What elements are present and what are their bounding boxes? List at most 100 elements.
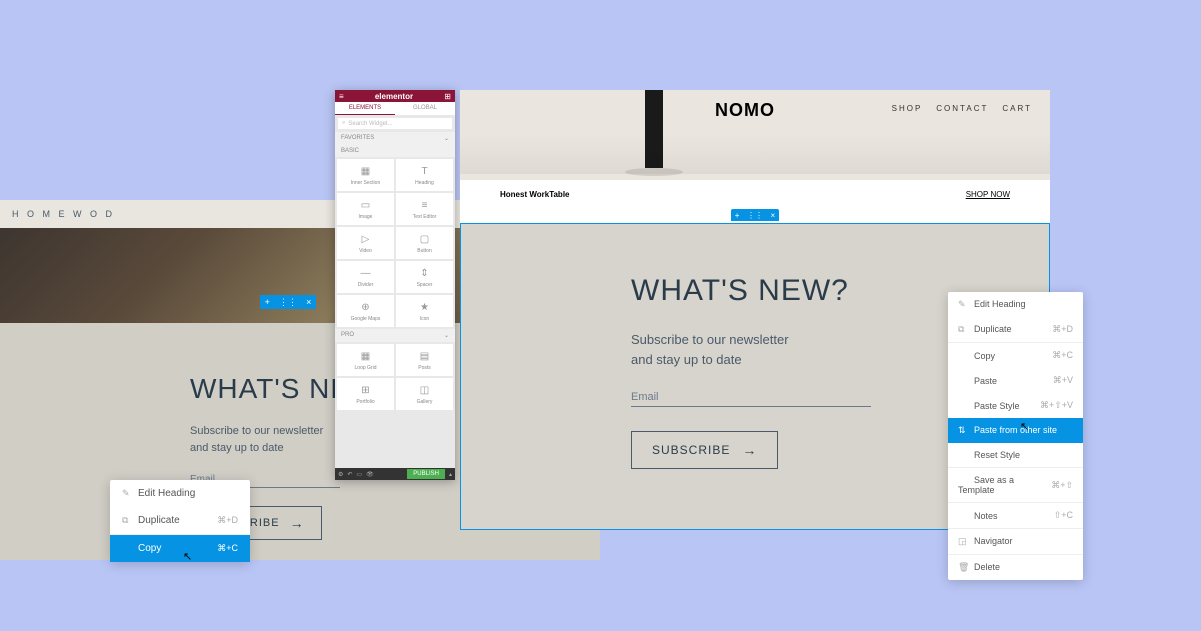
publish-button[interactable]: PUBLISH	[407, 469, 445, 479]
widget-loop-grid[interactable]: ▦Loop Grid	[337, 344, 394, 376]
homewood-logo: H O M E W O D	[12, 209, 115, 219]
widget-heading[interactable]: THeading	[396, 159, 453, 191]
ctx-label: Duplicate	[138, 515, 180, 526]
widget-text-editor[interactable]: ≡Text Editor	[396, 193, 453, 225]
menu-icon[interactable]: ≡	[339, 92, 344, 101]
widget-gallery[interactable]: ◫Gallery	[396, 378, 453, 410]
widget-image[interactable]: ▭ Image	[337, 193, 394, 225]
nav-shop[interactable]: SHOP	[892, 104, 923, 113]
ctx-shortcut: ⇧+C	[1054, 510, 1073, 521]
duplicate-icon: ⧉	[122, 515, 132, 526]
ctx-label: Paste Style	[974, 401, 1020, 411]
widget-label: Icon	[420, 316, 429, 322]
preview-icon[interactable]: 👁	[366, 471, 374, 478]
section-handle[interactable]: + ⋮⋮ ×	[731, 209, 779, 221]
responsive-icon[interactable]: ▭	[356, 471, 362, 478]
plus-icon[interactable]: +	[265, 297, 270, 307]
navigator-icon: ◲	[958, 536, 968, 547]
nomo-subscribe-button[interactable]: SUBSCRIBE →	[631, 431, 778, 469]
nav-contact[interactable]: CONTACT	[936, 104, 988, 113]
trash-icon: 🗑	[958, 562, 968, 573]
context-menu-right[interactable]: ✎Edit Heading ⧉Duplicate ⌘+D Copy ⌘+C Pa…	[948, 292, 1083, 580]
ctx-label: Reset Style	[974, 450, 1020, 460]
section-handle[interactable]: + ⋮⋮ ×	[260, 295, 316, 309]
ctx-paste-style[interactable]: Paste Style ⌘+⇧+V	[948, 393, 1083, 418]
widget-portfolio[interactable]: ⊞Portfolio	[337, 378, 394, 410]
grip-icon[interactable]: ⋮⋮	[279, 297, 297, 308]
close-icon[interactable]: ×	[771, 211, 776, 220]
ctx-reset-style[interactable]: Reset Style	[948, 443, 1083, 467]
ctx-shortcut: ⌘+C	[1052, 350, 1073, 361]
widget-label: Image	[359, 214, 373, 220]
widget-icon: ▤	[420, 349, 429, 363]
ctx-delete[interactable]: 🗑Delete	[948, 555, 1083, 580]
elementor-title: elementor	[375, 92, 413, 101]
pencil-icon: ✎	[958, 299, 968, 310]
widget-button[interactable]: ▢ Button	[396, 227, 453, 259]
context-menu-left[interactable]: ✎Edit Heading ⧉Duplicate ⌘+D Copy ⌘+C	[110, 480, 250, 562]
ctx-navigator[interactable]: ◲Navigator	[948, 529, 1083, 554]
ctx-duplicate[interactable]: ⧉Duplicate ⌘+D	[948, 317, 1083, 342]
ctx-shortcut: ⌘+D	[1052, 324, 1073, 335]
ctx-copy[interactable]: Copy ⌘+C	[110, 535, 250, 562]
chevron-down-icon: ⌄	[444, 135, 449, 142]
widget-icon: ▢	[420, 232, 429, 246]
widget-video[interactable]: ▷Video	[337, 227, 394, 259]
duplicate-icon: ⧉	[958, 324, 968, 335]
grip-icon[interactable]: ⋮⋮	[747, 211, 763, 220]
ctx-duplicate[interactable]: ⧉Duplicate ⌘+D	[110, 507, 250, 534]
ctx-label: Notes	[974, 511, 998, 521]
widget-divider[interactable]: —Divider	[337, 261, 394, 293]
settings-icon[interactable]: ⚙	[338, 471, 343, 478]
section-favorites[interactable]: FAVORITES ⌄	[335, 132, 455, 145]
section-pro[interactable]: PRO ⌄	[335, 329, 455, 342]
section-basic[interactable]: BASIC	[335, 145, 455, 157]
widget-spacer[interactable]: ⇕Spacer	[396, 261, 453, 293]
widget-google-maps[interactable]: ⊕Google Maps	[337, 295, 394, 327]
cursor-icon: ↖	[183, 550, 192, 563]
elementor-tabs: ELEMENTS GLOBAL	[335, 102, 455, 115]
nomo-subscribe-text: Subscribe to our newsletter and stay up …	[631, 330, 879, 369]
widget-icon[interactable]: ★Icon	[396, 295, 453, 327]
ctx-save-template[interactable]: Save as a Template ⌘+⇧	[948, 468, 1083, 502]
nomo-heading[interactable]: WHAT'S NEW?	[631, 274, 879, 308]
tab-global[interactable]: GLOBAL	[395, 102, 455, 115]
widget-icon: ≡	[422, 198, 428, 212]
widget-label: Gallery	[417, 399, 433, 405]
ctx-paste-from-other-site[interactable]: ⇅Paste from other site	[948, 418, 1083, 443]
plus-icon[interactable]: +	[735, 211, 740, 220]
ctx-paste[interactable]: Paste ⌘+V	[948, 368, 1083, 393]
product-name: Honest WorkTable	[500, 190, 570, 199]
widget-posts[interactable]: ▤ Posts	[396, 344, 453, 376]
widget-label: Loop Grid	[355, 365, 377, 371]
ctx-shortcut: ⌘+⇧+V	[1040, 400, 1073, 411]
widget-inner-section[interactable]: ▦Inner Section	[337, 159, 394, 191]
elementor-footer: ⚙ ↶ ▭ 👁 PUBLISH ▴	[335, 468, 455, 480]
history-icon[interactable]: ↶	[347, 471, 352, 478]
tab-elements[interactable]: ELEMENTS	[335, 102, 395, 115]
ctx-edit-heading[interactable]: ✎Edit Heading	[948, 292, 1083, 317]
shop-now-link[interactable]: SHOP NOW	[966, 190, 1010, 199]
grid-icon[interactable]: ⊞	[444, 92, 451, 101]
ctx-edit-heading[interactable]: ✎Edit Heading	[110, 480, 250, 507]
ctx-label: Copy	[138, 543, 161, 554]
nomo-email-input[interactable]: Email	[631, 391, 871, 407]
search-input[interactable]: ⌕ Search Widget...	[338, 118, 452, 129]
widget-label: Heading	[415, 180, 434, 186]
arrow-icon: →	[742, 442, 757, 458]
widget-icon: ▭	[361, 198, 370, 212]
widget-label: Posts	[418, 365, 431, 371]
nav-cart[interactable]: CART	[1002, 104, 1032, 113]
ctx-copy[interactable]: Copy ⌘+C	[948, 343, 1083, 368]
ctx-notes[interactable]: Notes ⇧+C	[948, 503, 1083, 528]
widget-label: Button	[417, 248, 431, 254]
close-icon[interactable]: ×	[306, 297, 311, 307]
search-icon: ⌕	[342, 120, 345, 127]
widget-label: Inner Section	[351, 180, 380, 186]
ctx-label: Save as a Template	[958, 475, 1014, 495]
search-placeholder: Search Widget...	[348, 121, 392, 127]
chevron-up-icon[interactable]: ▴	[449, 471, 452, 478]
ctx-shortcut: ⌘+C	[217, 543, 238, 554]
elementor-header: ≡ elementor ⊞	[335, 90, 455, 102]
widgets-pro-grid: ▦Loop Grid ▤ Posts ⊞Portfolio◫Gallery	[335, 342, 455, 412]
